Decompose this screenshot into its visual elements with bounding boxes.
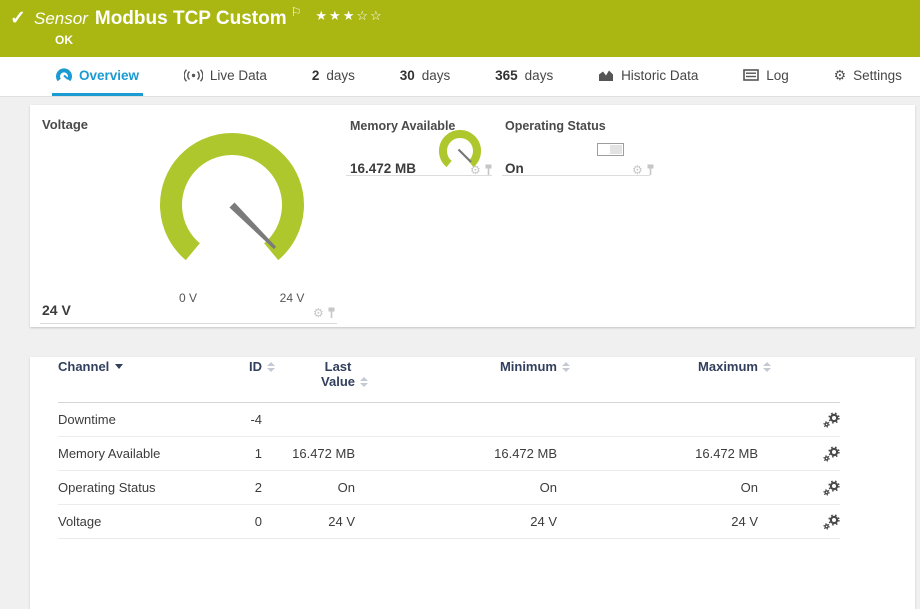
- column-header-channel[interactable]: Channel: [58, 359, 228, 374]
- gauges-panel: Voltage 0 V 24 V 24 V ⚙ Memory Available…: [30, 105, 915, 327]
- toggle-knob: [610, 145, 622, 154]
- tab-365-days[interactable]: 365 days: [491, 57, 557, 96]
- table-row: Operating Status 2 On On On: [58, 471, 840, 505]
- column-header-maximum[interactable]: Maximum: [557, 359, 758, 374]
- gauge-min-label: 0 V: [166, 291, 210, 305]
- log-list-icon: [743, 69, 759, 81]
- tab-overview[interactable]: Overview: [52, 57, 143, 96]
- table-row: Downtime -4: [58, 403, 840, 437]
- tab-label: days: [326, 68, 355, 83]
- tab-label: Log: [766, 68, 789, 83]
- status-ok-check-icon: ✓: [10, 7, 26, 30]
- divider: [346, 175, 492, 176]
- gauge-max-label: 24 V: [270, 291, 314, 305]
- column-label: Last: [321, 359, 355, 374]
- area-chart-icon: [598, 69, 614, 82]
- tab-label: Live Data: [210, 68, 267, 83]
- channel-settings-gears-icon[interactable]: [823, 446, 840, 462]
- sensor-title: Modbus TCP Custom: [95, 8, 287, 29]
- tab-live-data[interactable]: Live Data: [180, 57, 271, 96]
- channel-maximum: 24 V: [557, 514, 758, 529]
- column-header-minimum[interactable]: Minimum: [355, 359, 557, 374]
- channel-id: 2: [228, 480, 262, 495]
- channel-maximum: 16.472 MB: [557, 446, 758, 461]
- column-header-id[interactable]: ID: [228, 359, 262, 374]
- channel-last-value: On: [262, 480, 355, 495]
- table-row: Voltage 0 24 V 24 V 24 V: [58, 505, 840, 539]
- channel-name: Voltage: [58, 514, 228, 529]
- divider: [40, 323, 337, 324]
- column-label: Maximum: [698, 359, 758, 374]
- column-label: ID: [249, 359, 262, 374]
- status-toggle-indicator: [597, 143, 624, 156]
- broadcast-icon: [184, 69, 203, 82]
- tab-30-days[interactable]: 30 days: [396, 57, 455, 96]
- sort-arrows-icon: [360, 377, 368, 387]
- channel-maximum: On: [557, 480, 758, 495]
- pin-icon[interactable]: [327, 307, 336, 319]
- column-label: Channel: [58, 359, 109, 374]
- tab-label: days: [525, 68, 554, 83]
- channel-minimum: 16.472 MB: [355, 446, 557, 461]
- channel-settings-gears-icon[interactable]: [823, 514, 840, 530]
- tab-label: Historic Data: [621, 68, 698, 83]
- channel-id: 1: [228, 446, 262, 461]
- object-kind-label: Sensor: [34, 9, 88, 28]
- tab-number: 365: [495, 68, 518, 83]
- operating-status-value: On: [505, 161, 524, 176]
- sensor-header: ✓ Sensor Modbus TCP Custom ⚐ ★★★☆☆ OK: [0, 0, 920, 57]
- channels-table: Channel ID Last Value: [58, 357, 840, 539]
- channel-last-value: 16.472 MB: [262, 446, 355, 461]
- tab-label: Settings: [853, 68, 902, 83]
- operating-status-title: Operating Status: [505, 119, 606, 133]
- priority-stars[interactable]: ★★★☆☆: [315, 8, 383, 23]
- tab-2-days[interactable]: 2 days: [308, 57, 359, 96]
- channel-name: Memory Available: [58, 446, 228, 461]
- channel-settings-gears-icon[interactable]: [823, 412, 840, 428]
- gear-icon: ⚙: [834, 67, 847, 84]
- channel-id: -4: [228, 412, 262, 427]
- column-header-last-value[interactable]: Last Value: [262, 359, 355, 389]
- tab-label: Overview: [79, 68, 139, 83]
- voltage-gauge-title: Voltage: [42, 117, 88, 132]
- table-row: Memory Available 1 16.472 MB 16.472 MB 1…: [58, 437, 840, 471]
- channel-name: Downtime: [58, 412, 228, 427]
- column-label: Minimum: [500, 359, 557, 374]
- gear-icon[interactable]: ⚙: [313, 307, 324, 319]
- tab-historic-data[interactable]: Historic Data: [594, 57, 702, 96]
- column-label: Value: [321, 374, 355, 389]
- channel-id: 0: [228, 514, 262, 529]
- table-header-row: Channel ID Last Value: [58, 357, 840, 403]
- tab-bar: Overview Live Data 2 days 30 days 365 da…: [0, 57, 920, 97]
- memory-current-value: 16.472 MB: [350, 161, 416, 176]
- sort-caret-down-icon: [115, 364, 123, 369]
- channel-name: Operating Status: [58, 480, 228, 495]
- channel-minimum: 24 V: [355, 514, 557, 529]
- divider: [502, 175, 650, 176]
- tab-label: days: [422, 68, 451, 83]
- gauge-icon: [56, 68, 72, 83]
- overview-content: Voltage 0 V 24 V 24 V ⚙ Memory Available…: [0, 97, 920, 609]
- flag-icon[interactable]: ⚐: [291, 5, 302, 19]
- voltage-gauge: [147, 127, 317, 287]
- voltage-gauge-actions: ⚙: [313, 307, 336, 319]
- channels-table-panel: Channel ID Last Value: [30, 357, 915, 609]
- channel-minimum: On: [355, 480, 557, 495]
- tab-number: 2: [312, 68, 320, 83]
- sensor-status: OK: [55, 33, 73, 47]
- voltage-current-value: 24 V: [42, 302, 71, 318]
- sort-arrows-icon: [763, 362, 771, 372]
- channel-last-value: 24 V: [262, 514, 355, 529]
- tab-settings[interactable]: ⚙ Settings: [830, 57, 906, 96]
- channel-settings-gears-icon[interactable]: [823, 480, 840, 496]
- tab-number: 30: [400, 68, 415, 83]
- tab-log[interactable]: Log: [739, 57, 793, 96]
